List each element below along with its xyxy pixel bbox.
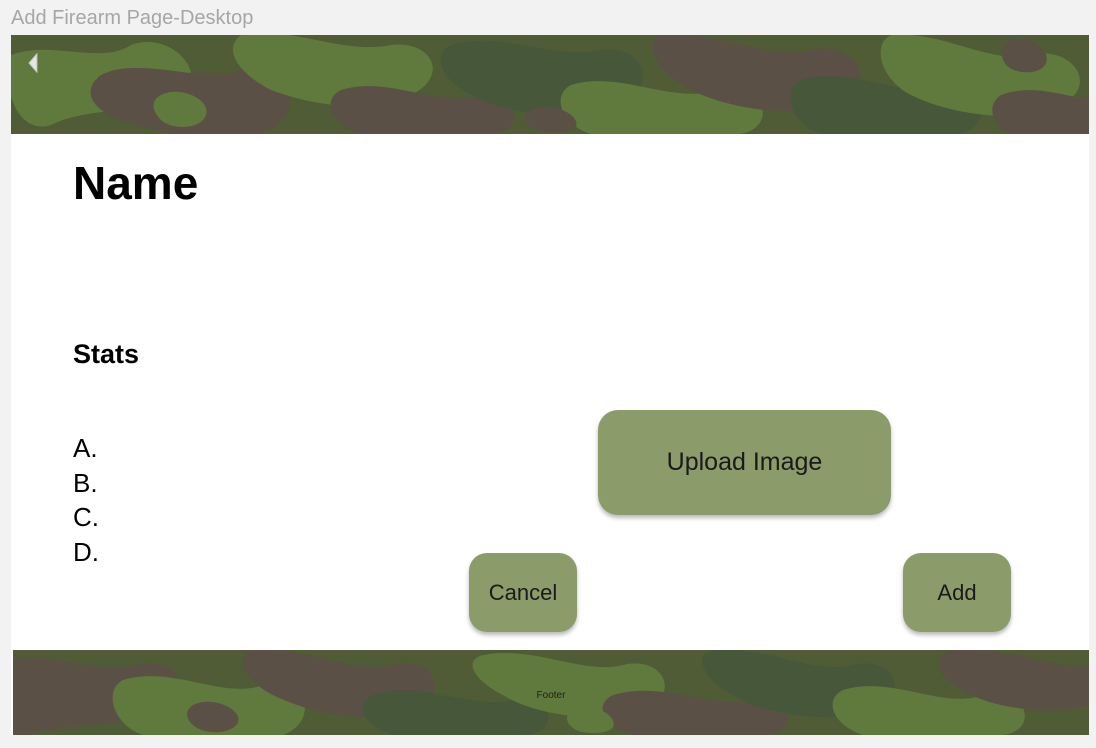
frame-title: Add Firearm Page-Desktop — [11, 7, 254, 29]
page-title: Name — [73, 157, 199, 209]
back-icon[interactable] — [23, 53, 43, 73]
stats-list: A. B. C. D. — [73, 431, 99, 569]
stats-item: D. — [73, 536, 99, 567]
stats-heading: Stats — [73, 339, 140, 369]
camo-pattern — [11, 35, 1089, 134]
add-button[interactable]: Add — [903, 553, 1011, 632]
stats-item: A. — [73, 433, 98, 463]
caret-left-icon — [28, 53, 38, 73]
header-banner — [11, 35, 1089, 134]
footer-text: Footer — [536, 690, 566, 701]
add-firearm-page: Name Stats A. B. C. D. Upload Image Canc… — [11, 35, 1089, 735]
footer-banner: Footer — [13, 650, 1089, 735]
upload-image-button[interactable]: Upload Image — [598, 410, 891, 515]
stats-item: B. — [73, 467, 98, 498]
stats-item: C. — [73, 502, 99, 532]
cancel-button[interactable]: Cancel — [469, 553, 577, 632]
